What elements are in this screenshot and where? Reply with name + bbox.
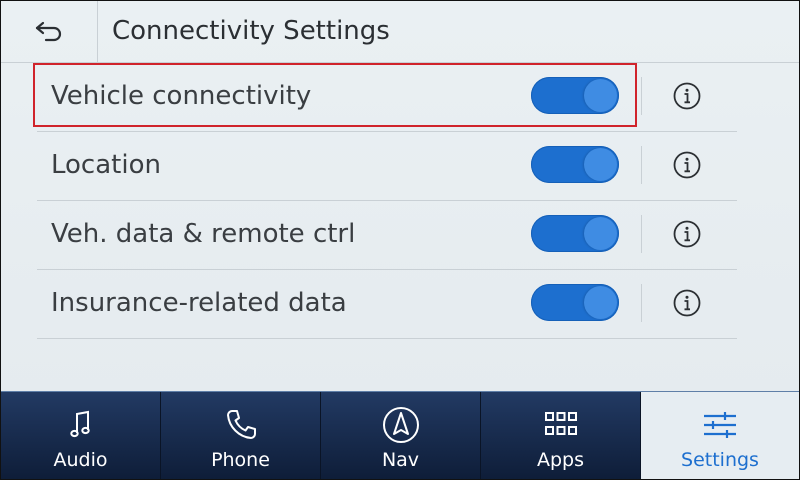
- nav-label: Settings: [681, 449, 759, 471]
- location-info-button[interactable]: [672, 150, 702, 180]
- nav-label: Nav: [381, 449, 420, 471]
- screen: Connectivity Settings Vehicle connectivi…: [0, 0, 800, 480]
- toggle-knob: [584, 79, 617, 112]
- settings-sliders-icon: [700, 405, 740, 445]
- setting-row-vehicle-data-remote-control: Veh. data & remote ctrl: [37, 201, 737, 270]
- insurance-related-data-toggle[interactable]: [531, 284, 619, 321]
- nav-label: Phone: [211, 449, 270, 471]
- nav-tab-nav[interactable]: Nav: [321, 392, 481, 479]
- info-icon: [673, 289, 701, 317]
- vehicle-connectivity-info-button[interactable]: [672, 81, 702, 111]
- apps-grid-icon: [541, 405, 581, 445]
- row-divider: [641, 284, 642, 322]
- info-icon: [673, 82, 701, 110]
- info-icon: [673, 220, 701, 248]
- nav-tab-audio[interactable]: Audio: [1, 392, 161, 479]
- setting-label: Veh. data & remote ctrl: [51, 219, 356, 249]
- setting-label: Insurance-related data: [51, 288, 347, 318]
- row-divider: [641, 146, 642, 184]
- nav-tab-phone[interactable]: Phone: [161, 392, 321, 479]
- nav-tab-apps[interactable]: Apps: [481, 392, 641, 479]
- nav-label: Audio: [53, 449, 108, 471]
- toggle-knob: [584, 286, 617, 319]
- back-arrow-icon: [35, 21, 62, 41]
- insurance-related-data-info-button[interactable]: [672, 288, 702, 318]
- toggle-knob: [584, 148, 617, 181]
- setting-label: Vehicle connectivity: [51, 81, 312, 111]
- location-toggle[interactable]: [531, 146, 619, 183]
- header: Connectivity Settings: [1, 1, 799, 63]
- music-note-icon: [61, 405, 101, 445]
- vehicle-data-remote-control-toggle[interactable]: [531, 215, 619, 252]
- vehicle-data-remote-control-info-button[interactable]: [672, 219, 702, 249]
- back-button[interactable]: [1, 1, 98, 62]
- nav-tab-settings[interactable]: Settings: [641, 392, 799, 479]
- setting-row-location: Location: [37, 132, 737, 201]
- setting-row-insurance-related-data: Insurance-related data: [37, 270, 737, 339]
- info-icon: [673, 151, 701, 179]
- page-title: Connectivity Settings: [112, 16, 390, 46]
- bottom-nav-bar: Audio Phone Nav Apps Settings: [1, 391, 799, 479]
- toggle-knob: [584, 217, 617, 250]
- navigation-icon: [381, 405, 421, 445]
- nav-label: Apps: [536, 449, 585, 471]
- row-divider: [641, 77, 642, 115]
- setting-label: Location: [51, 150, 161, 180]
- vehicle-connectivity-toggle[interactable]: [531, 77, 619, 114]
- row-divider: [641, 215, 642, 253]
- setting-row-vehicle-connectivity: Vehicle connectivity: [37, 63, 737, 132]
- settings-list: Vehicle connectivity Location Veh. data …: [37, 63, 737, 339]
- phone-icon: [221, 405, 261, 445]
